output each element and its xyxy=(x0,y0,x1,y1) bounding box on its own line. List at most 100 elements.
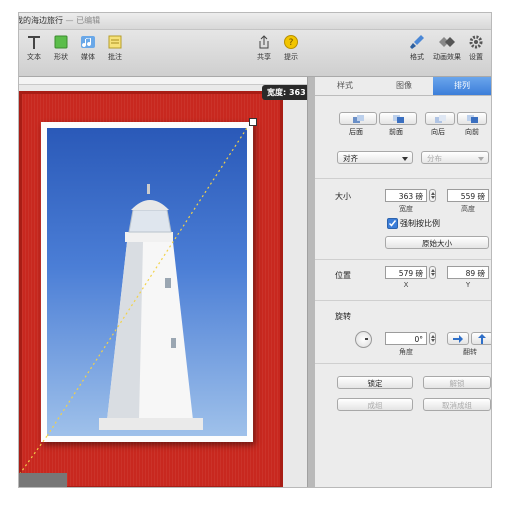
height-stepper[interactable] xyxy=(491,189,492,202)
flip-label: 翻转 xyxy=(463,348,477,356)
animate-icon xyxy=(439,37,455,47)
backward-label: 向后 xyxy=(431,128,445,136)
tips-label: 提示 xyxy=(284,53,298,61)
size-section: 大小 363 磅 559 磅 宽度 高度 强制按比例 原始大小 xyxy=(315,179,491,260)
slide-canvas[interactable] xyxy=(19,77,307,487)
bring-forward-button[interactable] xyxy=(457,112,487,125)
send-backward-button[interactable] xyxy=(425,112,455,125)
format-brush-icon xyxy=(410,35,424,49)
media-label: 媒体 xyxy=(81,53,95,61)
unlock-button[interactable]: 解锁 xyxy=(423,376,491,389)
media-icon xyxy=(81,36,95,48)
animate-button[interactable]: 动画效果 xyxy=(433,34,461,62)
width-stepper[interactable] xyxy=(429,189,436,202)
share-icon xyxy=(259,35,269,49)
tab-image[interactable]: 图像 xyxy=(375,77,433,95)
flip-horizontal-button[interactable] xyxy=(447,332,469,345)
bring-to-front-button[interactable] xyxy=(379,112,417,125)
settings-label: 设置 xyxy=(469,53,483,61)
rotate-section: 旋转 0° 角度 翻转 xyxy=(315,301,491,364)
edited-status: — 已编辑 xyxy=(65,16,101,25)
backward-icon xyxy=(435,115,446,123)
rotate-label: 旋转 xyxy=(335,312,351,321)
media-button[interactable]: 媒体 xyxy=(79,34,97,62)
text-icon xyxy=(28,36,40,49)
shape-button[interactable]: 形状 xyxy=(52,34,70,62)
comment-label: 批注 xyxy=(108,53,122,61)
red-card-background[interactable] xyxy=(19,91,283,487)
send-to-back-button[interactable] xyxy=(339,112,377,125)
tips-icon: ? xyxy=(284,35,298,49)
bring-front-icon xyxy=(393,115,404,123)
y-stepper[interactable] xyxy=(491,266,492,279)
animate-label: 动画效果 xyxy=(433,53,461,61)
send-back-icon xyxy=(353,115,364,123)
toolbar: 文本 形状 媒体 批注 共享 ? 提示 格式 动画效果 设置 xyxy=(19,30,491,77)
arrow-right-icon xyxy=(453,335,463,343)
tab-style[interactable]: 样式 xyxy=(315,77,375,95)
settings-button[interactable]: 设置 xyxy=(467,34,485,62)
x-label: X xyxy=(403,281,409,289)
align-select-value: 对齐 xyxy=(343,154,358,163)
comment-button[interactable]: 批注 xyxy=(106,34,124,62)
position-section: 位置 579 磅 89 磅 X Y xyxy=(315,260,491,301)
rotate-dial[interactable] xyxy=(355,331,372,348)
inspector-panel: 样式 图像 排列 后面 前面 向后 向前 对齐 分布 大小 363 磅 559 … xyxy=(315,77,491,487)
arrow-up-icon xyxy=(478,334,486,344)
width-label: 宽度 xyxy=(399,205,413,213)
align-select[interactable]: 对齐 xyxy=(337,151,413,164)
y-label: Y xyxy=(465,281,471,289)
tab-arrange[interactable]: 排列 xyxy=(433,77,491,95)
height-field[interactable]: 559 磅 xyxy=(447,189,489,202)
lighthouse-illustration xyxy=(47,128,247,436)
angle-stepper[interactable] xyxy=(429,332,436,345)
ungroup-button[interactable]: 取消成组 xyxy=(423,398,491,411)
original-size-button[interactable]: 原始大小 xyxy=(385,236,489,249)
forward-icon xyxy=(467,115,478,123)
lock-button[interactable]: 锁定 xyxy=(337,376,413,389)
height-label: 高度 xyxy=(461,205,475,213)
format-button[interactable]: 格式 xyxy=(408,34,426,62)
position-label: 位置 xyxy=(335,271,351,280)
width-field[interactable]: 363 磅 xyxy=(385,189,427,202)
comment-icon xyxy=(108,35,122,49)
angle-label: 角度 xyxy=(399,348,413,356)
inspector-tabs: 样式 图像 排列 xyxy=(315,77,491,96)
front-label: 前面 xyxy=(389,128,403,136)
tips-button[interactable]: ? 提示 xyxy=(282,34,300,62)
scroll-indicator[interactable] xyxy=(19,473,67,487)
document-title: 我的海边旅行 xyxy=(18,16,63,25)
constrain-label: 强制按比例 xyxy=(400,219,440,228)
angle-field[interactable]: 0° xyxy=(385,332,427,345)
distribute-select[interactable]: 分布 xyxy=(421,151,489,164)
photo-frame[interactable] xyxy=(41,118,257,442)
ruler xyxy=(19,77,307,85)
format-label: 格式 xyxy=(410,53,424,61)
gear-icon xyxy=(469,35,483,49)
size-label: 大小 xyxy=(335,192,351,201)
text-button[interactable]: 文本 xyxy=(25,34,43,62)
canvas-scrollbar[interactable] xyxy=(307,77,315,487)
order-section: 后面 前面 向后 向前 对齐 分布 xyxy=(315,96,491,179)
x-stepper[interactable] xyxy=(429,266,436,279)
text-label: 文本 xyxy=(27,53,41,61)
lighthouse-photo[interactable] xyxy=(47,128,247,436)
resize-handle[interactable] xyxy=(249,118,257,126)
app-window: 我的海边旅行 — 已编辑 文本 形状 媒体 批注 共享 ? 提示 格式 动画效果… xyxy=(18,12,492,488)
flip-vertical-button[interactable] xyxy=(471,332,491,345)
share-button[interactable]: 共享 xyxy=(255,34,273,62)
shape-label: 形状 xyxy=(54,53,68,61)
y-field[interactable]: 89 磅 xyxy=(447,266,489,279)
share-label: 共享 xyxy=(257,53,271,61)
back-label: 后面 xyxy=(349,128,363,136)
x-field[interactable]: 579 磅 xyxy=(385,266,427,279)
constrain-checkbox[interactable] xyxy=(387,218,398,229)
svg-text:?: ? xyxy=(289,38,294,48)
group-button[interactable]: 成组 xyxy=(337,398,413,411)
checkmark-icon xyxy=(388,220,397,227)
lock-group-section: 锁定 解锁 成组 取消成组 xyxy=(315,364,491,424)
distribute-select-value: 分布 xyxy=(427,154,442,163)
shape-icon xyxy=(54,35,68,49)
forward-label: 向前 xyxy=(465,128,479,136)
title-bar: 我的海边旅行 — 已编辑 xyxy=(19,13,491,30)
